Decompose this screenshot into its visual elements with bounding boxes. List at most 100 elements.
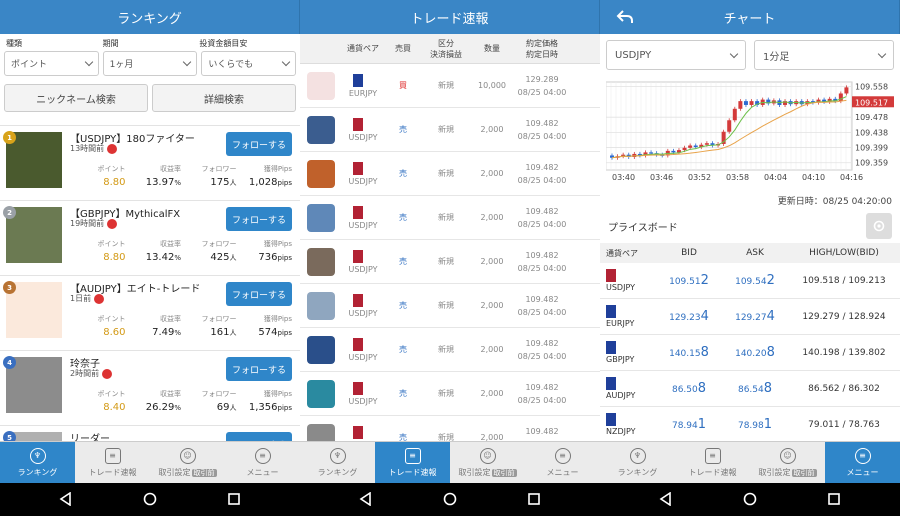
- candlestick-chart[interactable]: 109.359 109.399 109.438 109.478 109.558 03:40…: [605, 80, 894, 188]
- price-row[interactable]: USDJPY 109.512 109.542 109.518 / 109.213: [600, 263, 900, 299]
- amount-select[interactable]: いくらでも: [201, 51, 297, 76]
- chart-svg: 109.359 109.399 109.438 109.478 109.558 03:40…: [605, 81, 894, 182]
- tab-trades[interactable]: ≡ トレード速報: [675, 442, 750, 483]
- period-select[interactable]: 1分足: [754, 40, 894, 70]
- ask-cell[interactable]: 86.548: [722, 381, 788, 396]
- trade-row[interactable]: USDJPY 売 新規 2,000 109.482 08/25 04:00: [300, 240, 600, 284]
- y-tick-label: 109.359: [855, 159, 888, 168]
- ranking-item[interactable]: 1 【USDJPY】180ファイター 13時間前 フォローする ポイント 8.80 収益率 1…: [0, 125, 300, 200]
- home-nav-icon[interactable]: [743, 492, 757, 506]
- stat-followers-number: 161: [210, 327, 230, 338]
- tab-trades[interactable]: ≡ トレード速報: [75, 442, 150, 483]
- trade-row[interactable]: USDJPY 売 新規 2,000 109.482 08/25 04:00: [300, 152, 600, 196]
- price-row[interactable]: NZDJPY 78.941 78.981 79.011 / 78.763: [600, 407, 900, 443]
- type-select[interactable]: ポイント: [4, 51, 99, 76]
- trades-table-header: 通貨ペア 売買 区分 決済損益 数量 約定価格 約定日時: [300, 34, 600, 64]
- trade-row[interactable]: USDJPY 売 新規 2,000 109.482 08/25 04:00: [300, 284, 600, 328]
- side-cell: 売: [399, 301, 407, 310]
- bid-main: 86.50: [671, 385, 698, 395]
- flag-left: [606, 269, 616, 282]
- ask-cell[interactable]: 109.542: [722, 273, 788, 288]
- ranking-item[interactable]: 2 【GBPJPY】MythicalFX 19時間前 フォローする ポイント 8.80 収益…: [0, 200, 300, 275]
- period-select[interactable]: 1ヶ月: [102, 51, 198, 76]
- tab-menu[interactable]: ≡ メニュー: [825, 442, 900, 483]
- rank-medal: 4: [3, 356, 16, 369]
- price-table-body: USDJPY 109.512 109.542 109.518 / 109.213 EUR…: [600, 263, 900, 443]
- pair-name: USDJPY: [348, 308, 378, 318]
- price-row[interactable]: GBPJPY 140.158 140.208 140.198 / 139.802: [600, 335, 900, 371]
- follow-button[interactable]: フォローする: [226, 132, 292, 156]
- bid-cell[interactable]: 86.508: [656, 381, 722, 396]
- chart-title: チャート: [723, 11, 776, 27]
- candle: [693, 145, 698, 148]
- back-nav-icon[interactable]: [359, 492, 373, 506]
- tab-ranking[interactable]: ♆ ランキング: [300, 442, 375, 483]
- ask-cell[interactable]: 129.274: [722, 309, 788, 324]
- side-cell: 買: [399, 81, 407, 90]
- bid-cell[interactable]: 78.941: [656, 417, 722, 432]
- back-arrow-icon[interactable]: [614, 6, 636, 28]
- tab-settings[interactable]: ☺ 取引設定 取引前: [450, 442, 525, 483]
- highlow-cell: 129.279 / 128.924: [802, 311, 886, 322]
- detail-search-button[interactable]: 詳細検索: [152, 84, 296, 112]
- bid-cell[interactable]: 140.158: [656, 345, 722, 360]
- trade-price: 109.482: [525, 294, 559, 304]
- nickname-search-button[interactable]: ニックネーム検索: [4, 84, 148, 112]
- tab-settings[interactable]: ☺ 取引設定 取引前: [750, 442, 825, 483]
- trade-row[interactable]: USDJPY 売 新規 2,000 109.482 08/25 04:00: [300, 372, 600, 416]
- recents-nav-icon[interactable]: [827, 492, 841, 506]
- back-nav-icon[interactable]: [59, 492, 73, 506]
- tab-settings[interactable]: ☺ 取引設定 取引前: [150, 442, 225, 483]
- home-nav-icon[interactable]: [143, 492, 157, 506]
- pair-select[interactable]: USDJPY: [606, 40, 746, 70]
- period-select-value: 1分足: [763, 51, 790, 63]
- candle: [743, 101, 748, 105]
- bid-pip: 8: [700, 345, 709, 360]
- recents-nav-icon[interactable]: [227, 492, 241, 506]
- bid-cell[interactable]: 129.234: [656, 309, 722, 324]
- menu-icon: ≡: [854, 447, 871, 464]
- stat-followers-unit: 人: [229, 404, 237, 412]
- bid-cell[interactable]: 109.512: [656, 273, 722, 288]
- pair-cell: USDJPY: [342, 293, 384, 318]
- trade-row[interactable]: USDJPY 売 新規 2,000 109.482 08/25 04:00: [300, 328, 600, 372]
- home-nav-icon[interactable]: [443, 492, 457, 506]
- trade-row[interactable]: EURJPY 買 新規 10,000 129.289 08/25 04:00: [300, 64, 600, 108]
- trade-price: 109.482: [525, 162, 559, 172]
- flag-left: [353, 205, 363, 219]
- price-row[interactable]: EURJPY 129.234 129.274 129.279 / 128.924: [600, 299, 900, 335]
- flag-right: [363, 425, 373, 439]
- ask-cell[interactable]: 140.208: [722, 345, 788, 360]
- filter-selects: ポイント 1ヶ月 いくらでも: [0, 49, 300, 78]
- price-row[interactable]: AUDJPY 86.508 86.548 86.562 / 86.302: [600, 371, 900, 407]
- tab-ranking[interactable]: ♆ ランキング: [600, 442, 675, 483]
- ask-cell[interactable]: 78.981: [722, 417, 788, 432]
- pair-cell: USDJPY: [342, 117, 384, 142]
- price-cell: 109.482 08/25 04:00: [514, 205, 570, 231]
- stat-rate-value: 26.29%: [126, 402, 181, 413]
- trade-row[interactable]: USDJPY 売 新規 2,000 109.482 08/25 04:00: [300, 196, 600, 240]
- tab-ranking[interactable]: ♆ ランキング: [0, 442, 75, 483]
- tab-trades[interactable]: ≡ トレード速報: [375, 442, 450, 483]
- tab-bar: ♆ ランキング ≡ トレード速報 ☺ 取引設定 取引前 ≡ メニュー: [600, 441, 900, 483]
- flag-left: [353, 381, 363, 395]
- stat-point-value: 8.80: [70, 252, 125, 263]
- alert-badge-icon: [94, 293, 105, 304]
- ranking-item[interactable]: 4 玲奈子 2時間前 フォローする ポイント 8.40 収益率 26.29% フォロワー 69人獲…: [0, 350, 300, 425]
- recents-nav-icon[interactable]: [527, 492, 541, 506]
- stat-point: ポイント 8.80: [70, 239, 126, 263]
- back-nav-icon[interactable]: [659, 492, 673, 506]
- follow-button[interactable]: フォローする: [226, 282, 292, 306]
- ranking-item[interactable]: 3 【AUDJPY】エイト-トレード 1日前 フォローする ポイント 8.60 収益率 7.4…: [0, 275, 300, 350]
- gear-icon[interactable]: [866, 213, 892, 239]
- amount-select-value: いくらでも: [208, 60, 254, 70]
- trader-thumbnail: [307, 159, 335, 188]
- stat-point-value: 8.40: [70, 402, 125, 413]
- tab-menu[interactable]: ≡ メニュー: [225, 442, 300, 483]
- trade-row[interactable]: USDJPY 売 新規 2,000 109.482 08/25 04:00: [300, 108, 600, 152]
- follow-button[interactable]: フォローする: [226, 357, 292, 381]
- stat-rate-value: 13.97%: [126, 177, 181, 188]
- tab-menu[interactable]: ≡ メニュー: [525, 442, 600, 483]
- qty-cell: 2,000: [480, 169, 504, 178]
- follow-button[interactable]: フォローする: [226, 207, 292, 231]
